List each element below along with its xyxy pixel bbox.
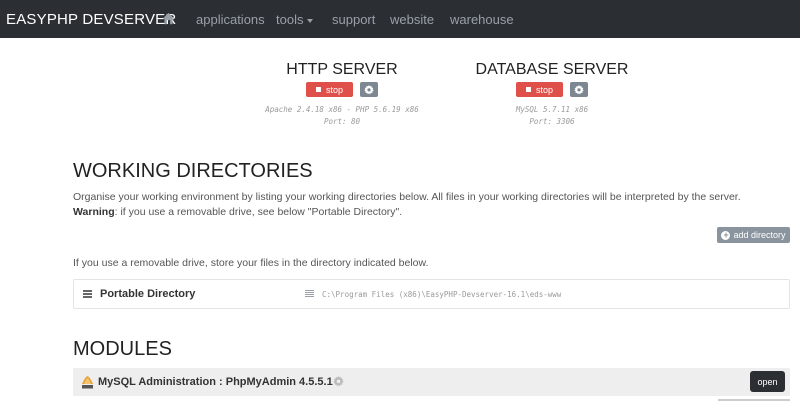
menu-icon [83,290,92,298]
http-server-title: HTTP SERVER [286,61,398,78]
database-server-panel: DATABASE SERVER stop MySQL 5.7.11 x86 Po… [452,61,652,128]
database-server-title: DATABASE SERVER [475,61,629,78]
working-directories-intro: Organise your working environment by lis… [73,191,741,203]
http-stop-button[interactable]: stop [306,82,353,97]
gear-icon[interactable] [333,376,344,387]
portable-directory-path: C:\Program Files (x86)\EasyPHP-Devserver… [322,290,562,299]
portable-directory-panel: Portable Directory C:\Program Files (x86… [73,279,790,309]
stop-icon [315,87,321,92]
database-server-controls: stop [452,82,652,97]
http-settings-button[interactable] [360,82,378,97]
warning-label: Warning [73,206,115,218]
list-icon [305,290,314,298]
nav-website[interactable]: website [390,12,434,27]
phpmyadmin-icon [82,376,93,389]
caret-down-icon [307,18,314,23]
http-server-version: Apache 2.4.18 x86 - PHP 5.6.19 x86 [265,105,419,114]
working-directories-heading: WORKING DIRECTORIES [73,160,313,182]
http-server-info: Apache 2.4.18 x86 - PHP 5.6.19 x86 Port:… [242,104,442,128]
database-stop-label: stop [535,84,553,95]
stop-icon [525,87,531,92]
removable-drive-note: If you use a removable drive, store your… [73,257,429,269]
portable-directory-label: Portable Directory [100,288,196,300]
database-stop-button[interactable]: stop [516,82,563,97]
database-server-info: MySQL 5.7.11 x86 Port: 3306 [452,104,652,128]
add-directory-label: add directory [733,230,786,240]
brand-logo[interactable]: EASYPHP DEVSERVER [6,11,176,28]
nav-warehouse[interactable]: warehouse [450,12,514,27]
nav-tools-dropdown[interactable]: tools [276,12,314,27]
gear-icon [574,84,584,94]
http-server-controls: stop [242,82,442,97]
top-navbar: EASYPHP DEVSERVER applications tools sup… [0,0,800,38]
module-label: MySQL Administration : PhpMyAdmin 4.5.5.… [98,376,333,388]
warning-text: : if you use a removable drive, see belo… [114,206,403,218]
http-server-panel: HTTP SERVER stop Apache 2.4.18 x86 - PHP… [242,61,442,128]
module-row: MySQL Administration : PhpMyAdmin 4.5.5.… [73,368,790,396]
gear-icon [364,84,374,94]
http-server-port: Port: 80 [323,117,361,126]
plus-circle-icon: + [721,229,731,240]
modules-heading: MODULES [73,338,172,360]
nav-support[interactable]: support [332,12,375,27]
database-server-port: Port: 3306 [529,117,575,126]
working-directories-warning: Warning: if you use a removable drive, s… [73,206,402,218]
home-icon[interactable] [162,12,175,25]
http-stop-label: stop [325,84,343,95]
open-module-button[interactable]: open [750,371,785,392]
database-settings-button[interactable] [570,82,588,97]
nav-applications[interactable]: applications [196,12,265,27]
nav-tools-label: tools [276,12,304,27]
add-directory-button[interactable]: + add directory [717,227,790,243]
database-server-version: MySQL 5.7.11 x86 [515,105,589,114]
